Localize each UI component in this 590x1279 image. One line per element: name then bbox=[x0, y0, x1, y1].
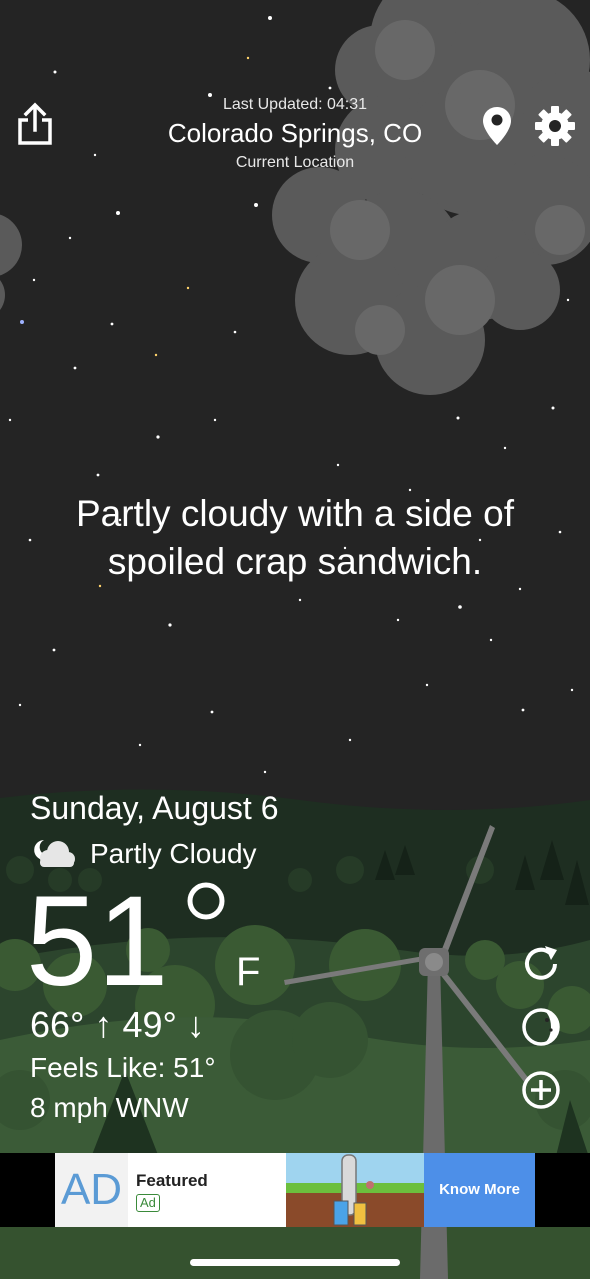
current-temperature: 51 bbox=[26, 870, 169, 1013]
refresh-icon bbox=[525, 946, 557, 980]
degree-symbol bbox=[187, 882, 225, 920]
moon-phase-button[interactable] bbox=[519, 1005, 563, 1054]
forecast-quote-line-1: Partly cloudy with a side of bbox=[75, 493, 515, 534]
ad-banner: AD Featured Ad Know More bbox=[0, 1153, 590, 1227]
high-low-temperatures: 66° ↑ 49° ↓ bbox=[30, 1004, 205, 1045]
ad-game-image bbox=[286, 1153, 424, 1227]
forecast-date: Sunday, August 6 bbox=[30, 790, 279, 826]
temperature-unit[interactable]: F bbox=[236, 950, 260, 995]
moon-phase-icon bbox=[522, 1008, 560, 1046]
ad-content[interactable]: AD Featured Ad Know More bbox=[55, 1153, 535, 1227]
refresh-button[interactable] bbox=[519, 942, 563, 991]
add-icon bbox=[522, 1071, 560, 1109]
location-pin-icon bbox=[483, 107, 511, 145]
gear-icon bbox=[535, 106, 575, 146]
condition-label: Partly Cloudy bbox=[90, 838, 257, 869]
ad-badge: Ad bbox=[136, 1194, 160, 1212]
ad-logo: AD bbox=[55, 1153, 128, 1227]
home-indicator[interactable] bbox=[190, 1259, 400, 1266]
add-location-button[interactable] bbox=[519, 1068, 563, 1117]
weather-scene-background bbox=[0, 0, 590, 1279]
ad-title: Featured bbox=[136, 1171, 208, 1190]
wind-speed: 8 mph WNW bbox=[30, 1092, 189, 1123]
ad-know-more-button[interactable]: Know More bbox=[424, 1153, 535, 1227]
feels-like: Feels Like: 51° bbox=[30, 1052, 216, 1083]
moon-cloud-icon bbox=[34, 840, 75, 867]
location-subtitle: Current Location bbox=[235, 154, 355, 171]
forecast-quote-line-2: spoiled crap sandwich. bbox=[107, 541, 483, 582]
settings-button[interactable] bbox=[534, 105, 576, 152]
location-button[interactable] bbox=[482, 106, 512, 151]
forecast-quote: Partly cloudy with a side of spoiled cra… bbox=[20, 490, 570, 586]
